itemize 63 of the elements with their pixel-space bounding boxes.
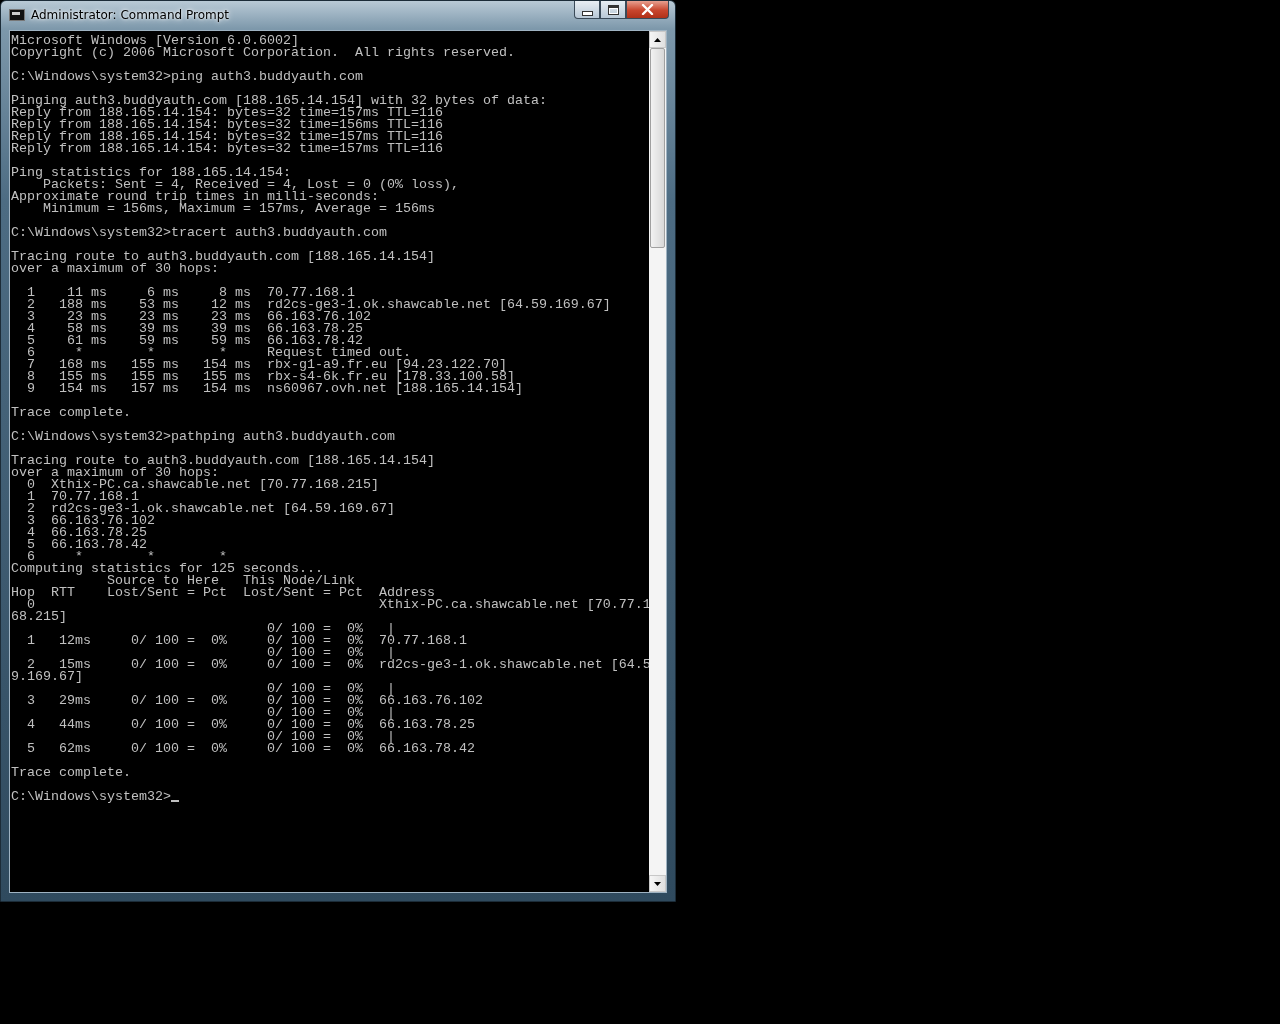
console-line: 0/ 100 = 0% | bbox=[265, 647, 395, 659]
console-line: 4 44ms 0/ 100 = 0% 0/ 100 = 0% 66.163.78.25 bbox=[26, 719, 475, 731]
console-line: 9.169.67] bbox=[11, 671, 83, 683]
console-line: Trace complete. bbox=[11, 407, 131, 419]
console-line: 8 155 ms 155 ms 155 ms rbx-s4-6k.fr.eu [178.33.100.58] bbox=[26, 371, 515, 383]
close-button[interactable] bbox=[626, 1, 669, 19]
console-line: 2 rd2cs-ge3-1.ok.shawcable.net [64.59.169.67] bbox=[26, 503, 395, 515]
console-line: 5 61 ms 59 ms 59 ms 66.163.78.42 bbox=[26, 335, 363, 347]
console-line: 7 168 ms 155 ms 154 ms rbx-g1-a9.fr.eu [94.23.122.70] bbox=[26, 359, 507, 371]
console-line: 0/ 100 = 0% | bbox=[265, 623, 395, 635]
console-line: 4 66.163.78.25 bbox=[26, 527, 147, 539]
console-line: Reply from 188.165.14.154: bytes=32 time=157ms TTL=116 bbox=[11, 107, 443, 119]
console-line: Source to Here This Node/Link bbox=[105, 575, 355, 587]
console-line: Microsoft Windows [Version 6.0.6002] bbox=[11, 35, 299, 47]
console-line: over a maximum of 30 hops: bbox=[11, 467, 219, 479]
console-line: Minimum = 156ms, Maximum = 157ms, Average = 156ms bbox=[43, 203, 435, 215]
console-line: 5 66.163.78.42 bbox=[26, 539, 147, 551]
window-title: Administrator: Command Prompt bbox=[31, 8, 230, 22]
console-line: C:\Windows\system32>pathping auth3.buddyauth.com bbox=[11, 431, 395, 443]
console-line: 0/ 100 = 0% | bbox=[265, 731, 395, 743]
console-line: 9 154 ms 157 ms 154 ms ns60967.ovh.net [188.165.14.154] bbox=[26, 383, 523, 395]
console-line: Reply from 188.165.14.154: bytes=32 time=156ms TTL=116 bbox=[11, 119, 443, 131]
console-line: 6 * * * bbox=[27, 551, 227, 563]
console-line: 3 66.163.76.102 bbox=[26, 515, 155, 527]
up-arrow-icon bbox=[654, 37, 661, 42]
console-line: Copyright (c) 2006 Microsoft Corporation. All rights reserved. bbox=[11, 47, 515, 59]
console-line: 0/ 100 = 0% | bbox=[265, 707, 395, 719]
console-line: 0/ 100 = 0% | bbox=[265, 683, 395, 695]
console-line: Tracing route to auth3.buddyauth.com [188.165.14.154] bbox=[11, 455, 435, 467]
console-line: Trace complete. bbox=[11, 767, 131, 779]
console-line: C:\Windows\system32>tracert auth3.buddyauth.com bbox=[11, 227, 387, 239]
console-icon bbox=[9, 9, 25, 21]
console-line: Hop RTT Lost/Sent = Pct Lost/Sent = Pct Address bbox=[11, 587, 435, 599]
console-line: Packets: Sent = 4, Received = 4, Lost = 0 (0% loss), bbox=[43, 179, 459, 191]
console-line: 4 58 ms 39 ms 39 ms 66.163.78.25 bbox=[26, 323, 363, 335]
down-arrow-icon bbox=[654, 881, 661, 886]
console-line: 3 29ms 0/ 100 = 0% 0/ 100 = 0% 66.163.76.102 bbox=[26, 695, 483, 707]
console-line: Reply from 188.165.14.154: bytes=32 time=157ms TTL=116 bbox=[11, 131, 443, 143]
console-line: 1 12ms 0/ 100 = 0% 0/ 100 = 0% 70.77.168.1 bbox=[26, 635, 467, 647]
console-line: 1 11 ms 6 ms 8 ms 70.77.168.1 bbox=[26, 287, 355, 299]
console-line: C:\Windows\system32> bbox=[11, 791, 171, 803]
console-line: 5 62ms 0/ 100 = 0% 0/ 100 = 0% 66.163.78.42 bbox=[26, 743, 475, 755]
scroll-up-button[interactable] bbox=[649, 31, 666, 48]
console-line: Approximate round trip times in milli-seconds: bbox=[11, 191, 379, 203]
console-line: over a maximum of 30 hops: bbox=[11, 263, 219, 275]
scrollbar[interactable] bbox=[649, 30, 667, 893]
console-line: Pinging auth3.buddyauth.com [188.165.14.154] with 32 bytes of data: bbox=[11, 95, 547, 107]
console-line: Ping statistics for 188.165.14.154: bbox=[11, 167, 291, 179]
console-line: Computing statistics for 125 seconds... bbox=[11, 563, 323, 575]
console-line: 1 70.77.168.1 bbox=[26, 491, 139, 503]
console-line: 6 * * * Request timed out. bbox=[26, 347, 411, 359]
close-icon bbox=[641, 4, 654, 15]
scroll-down-button[interactable] bbox=[649, 875, 666, 892]
minimize-button[interactable] bbox=[574, 1, 600, 19]
console-line: 2 188 ms 53 ms 12 ms rd2cs-ge3-1.ok.shawcable.net [64.59.169.67] bbox=[26, 299, 611, 311]
console-line: 68.215] bbox=[11, 611, 67, 623]
console-line: C:\Windows\system32>ping auth3.buddyauth.com bbox=[11, 71, 363, 83]
console-line: 0 Xthix-PC.ca.shawcable.net [70.77.168.215] bbox=[26, 479, 379, 491]
console-line: 3 23 ms 23 ms 23 ms 66.163.76.102 bbox=[26, 311, 371, 323]
console-line: Reply from 188.165.14.154: bytes=32 time=157ms TTL=116 bbox=[11, 143, 443, 155]
scroll-thumb[interactable] bbox=[650, 48, 665, 248]
maximize-button[interactable] bbox=[600, 1, 626, 19]
console-line: Tracing route to auth3.buddyauth.com [188.165.14.154] bbox=[11, 251, 435, 263]
